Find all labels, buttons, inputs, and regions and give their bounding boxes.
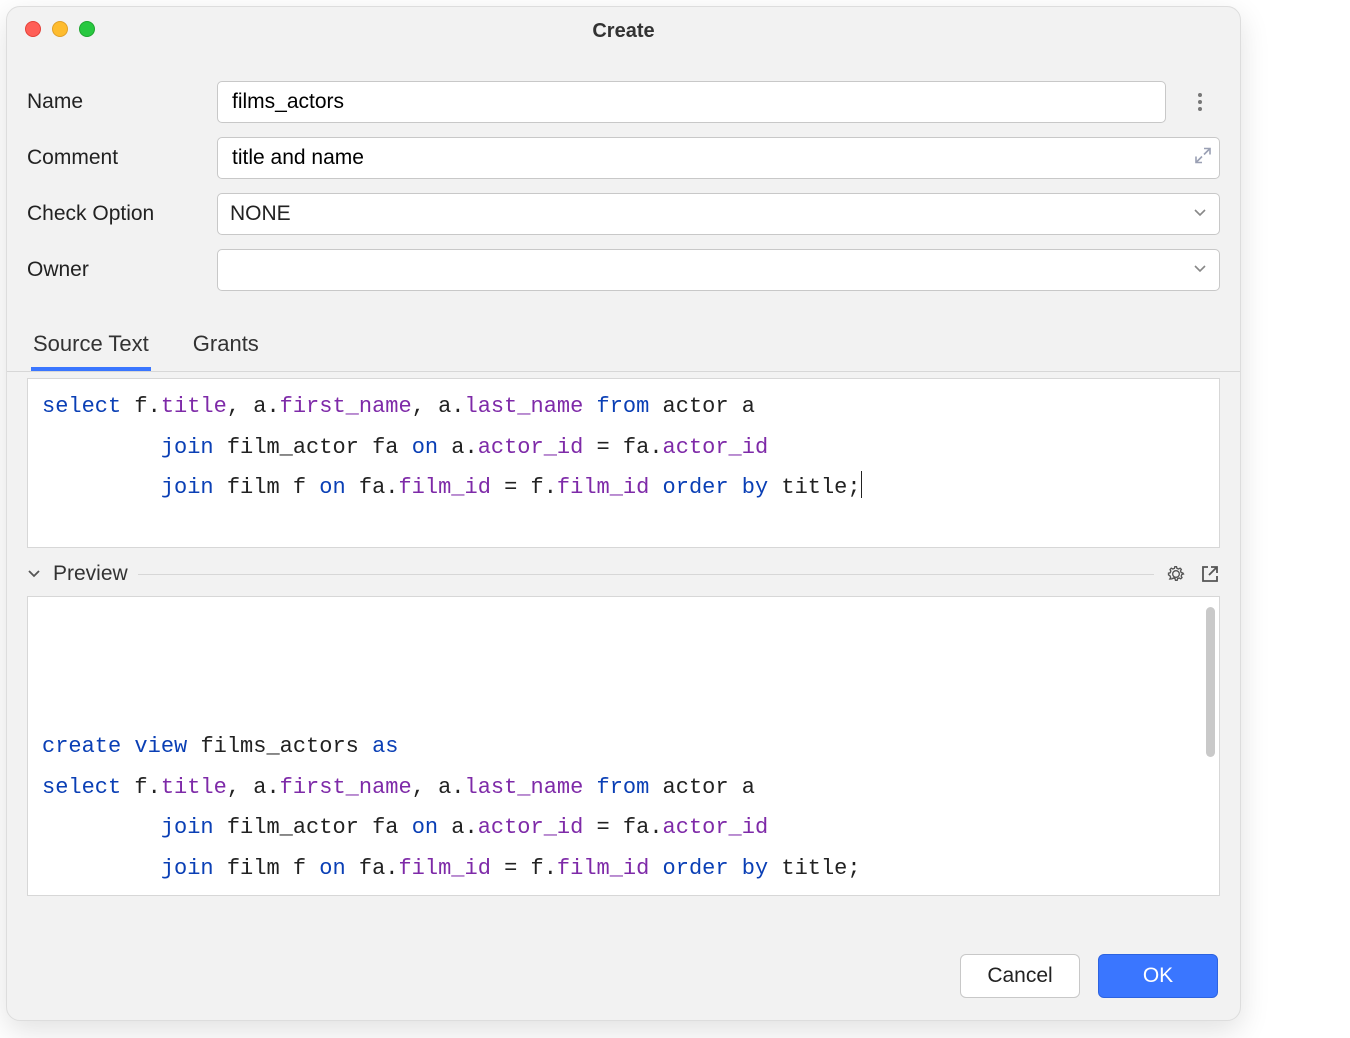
name-label: Name bbox=[27, 90, 217, 114]
scrollbar-thumb[interactable] bbox=[1206, 607, 1215, 757]
minimize-window-icon[interactable] bbox=[52, 21, 68, 37]
tabs: Source Text Grants bbox=[7, 313, 1240, 372]
preview-header: Preview bbox=[7, 558, 1240, 590]
form-area: Name Comment Che bbox=[7, 55, 1240, 313]
chevron-down-icon bbox=[1193, 202, 1207, 226]
more-vertical-icon bbox=[1198, 93, 1202, 111]
ok-button[interactable]: OK bbox=[1098, 954, 1218, 998]
gear-icon bbox=[1166, 564, 1186, 584]
window-controls bbox=[25, 21, 95, 37]
close-window-icon[interactable] bbox=[25, 21, 41, 37]
check-option-select[interactable]: NONE bbox=[217, 193, 1220, 235]
name-input[interactable] bbox=[217, 81, 1166, 123]
name-input-text[interactable] bbox=[230, 89, 1153, 115]
cancel-button[interactable]: Cancel bbox=[960, 954, 1080, 998]
expand-icon[interactable] bbox=[1195, 148, 1211, 169]
preview-sql-viewer[interactable]: create view films_actors asselect f.titl… bbox=[27, 596, 1220, 896]
comment-label: Comment bbox=[27, 146, 217, 170]
comment-input[interactable] bbox=[217, 137, 1220, 179]
comment-input-text[interactable] bbox=[230, 145, 1185, 171]
row-comment: Comment bbox=[27, 137, 1220, 179]
chevron-down-icon bbox=[1193, 258, 1207, 282]
name-more-button[interactable] bbox=[1180, 81, 1220, 123]
zoom-window-icon[interactable] bbox=[79, 21, 95, 37]
row-name: Name bbox=[27, 81, 1220, 123]
row-check-option: Check Option NONE bbox=[27, 193, 1220, 235]
preview-open-external-button[interactable] bbox=[1198, 562, 1222, 586]
create-dialog: Create Name Comment bbox=[6, 6, 1241, 1021]
check-option-value: NONE bbox=[230, 202, 291, 226]
preview-settings-button[interactable] bbox=[1164, 562, 1188, 586]
row-owner: Owner bbox=[27, 249, 1220, 291]
source-text-editor[interactable]: select f.title, a.first_name, a.last_nam… bbox=[27, 378, 1220, 548]
owner-label: Owner bbox=[27, 258, 217, 282]
owner-select[interactable] bbox=[217, 249, 1220, 291]
tab-source-text[interactable]: Source Text bbox=[31, 323, 151, 371]
dialog-footer: Cancel OK bbox=[7, 940, 1240, 1020]
open-external-icon bbox=[1201, 565, 1219, 583]
tab-grants[interactable]: Grants bbox=[191, 323, 261, 371]
titlebar: Create bbox=[7, 7, 1240, 55]
preview-label: Preview bbox=[53, 562, 128, 586]
preview-collapse-toggle[interactable] bbox=[25, 565, 43, 583]
window-title: Create bbox=[592, 20, 654, 43]
divider bbox=[138, 574, 1154, 575]
check-option-label: Check Option bbox=[27, 202, 217, 226]
